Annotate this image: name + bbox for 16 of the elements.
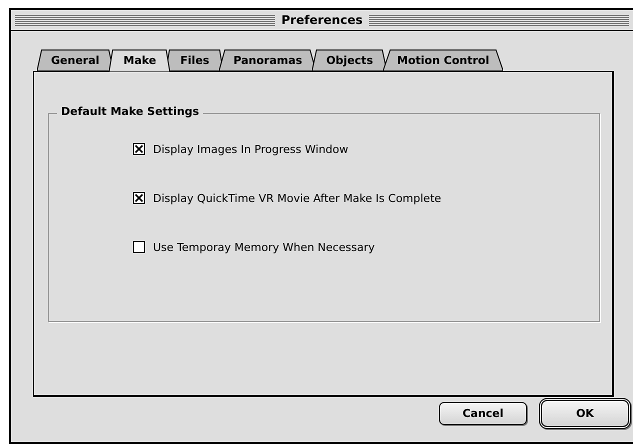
tab[interactable]: Motion Control	[383, 49, 504, 71]
tab[interactable]: General	[37, 49, 114, 71]
tab[interactable]: Objects	[312, 49, 387, 71]
checkbox-label: Use Temporay Memory When Necessary	[153, 240, 375, 254]
window-title: Preferences	[281, 13, 363, 27]
checkbox[interactable]	[133, 143, 145, 155]
checkbox-label: Display Images In Progress Window	[153, 142, 348, 156]
group-title: Default Make Settings	[57, 105, 204, 118]
checkbox[interactable]	[133, 241, 145, 253]
default-button[interactable]: OK	[539, 398, 631, 428]
button[interactable]: Cancel	[439, 402, 527, 424]
tab[interactable]: Panoramas	[219, 49, 316, 71]
tab[interactable]: Make	[109, 49, 170, 72]
checkbox[interactable]	[133, 192, 145, 204]
checkbox-label: Display QuickTime VR Movie After Make Is Complete	[153, 192, 442, 204]
tab[interactable]: Files	[166, 49, 224, 71]
